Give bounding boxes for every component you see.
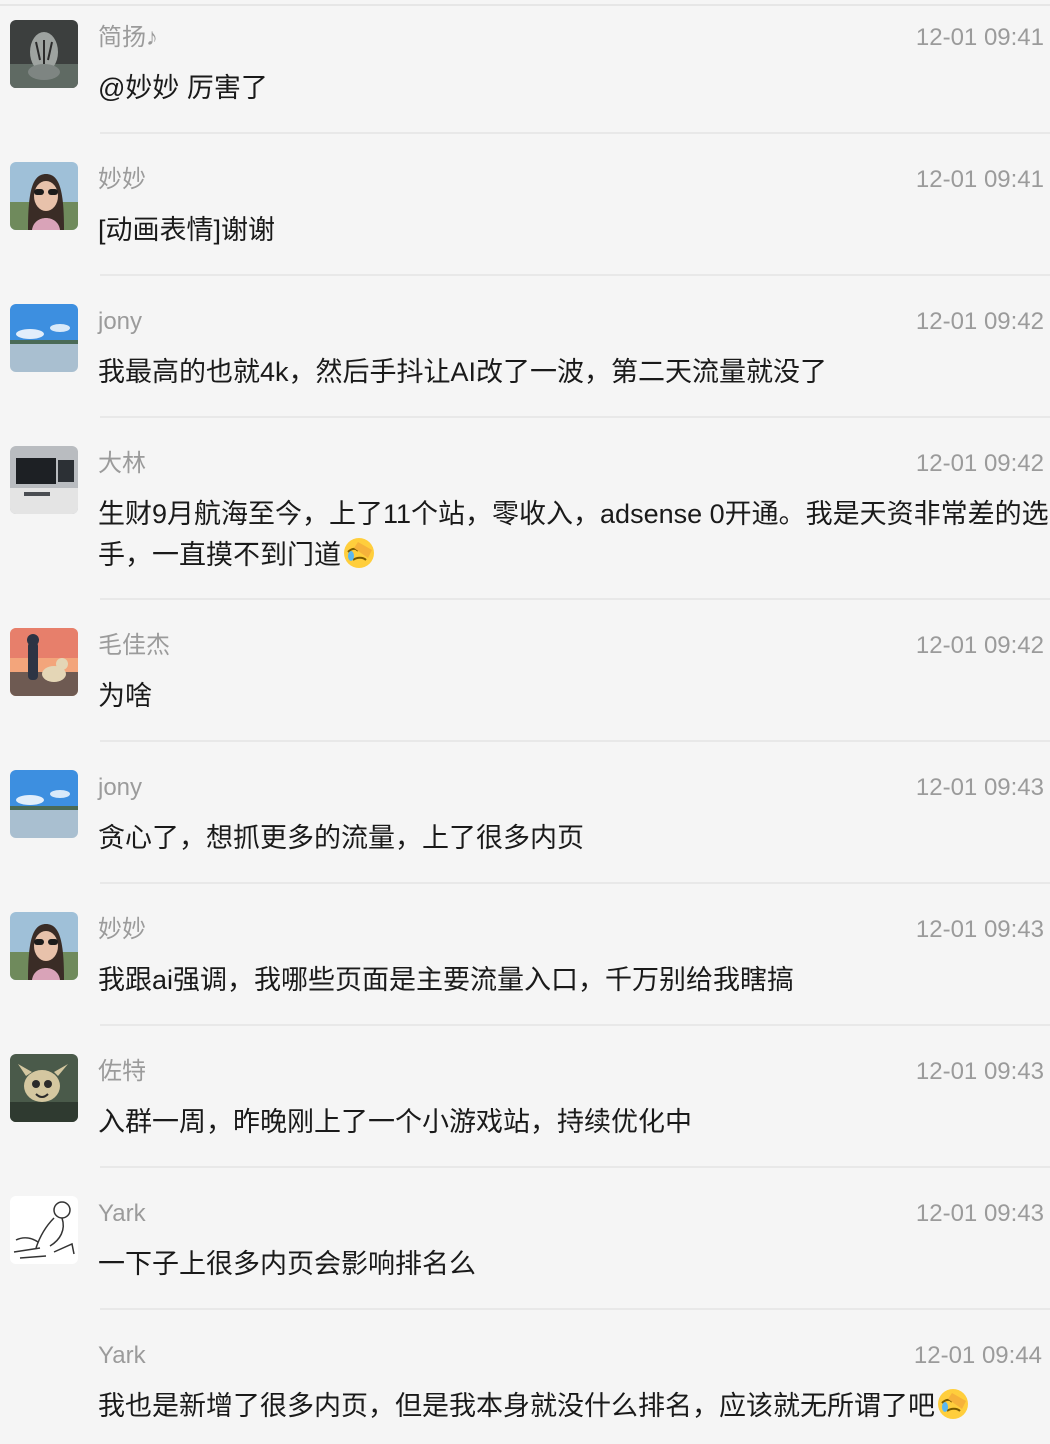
message-time: 12-01 09:41 bbox=[915, 24, 1044, 51]
message-text: 我最高的也就4k，然后手抖让AI改了一波，第二天流量就没了 bbox=[98, 352, 1050, 393]
message-text-content: 我最高的也就4k，然后手抖让AI改了一波，第二天流量就没了 bbox=[98, 357, 828, 387]
chat-message: Yark 12-01 09:43 一下子上很多内页会影响排名么 bbox=[0, 1196, 1050, 1306]
message-divider bbox=[100, 882, 1050, 884]
message-text-content: 贪心了，想抓更多的流量，上了很多内页 bbox=[98, 823, 584, 853]
message-divider bbox=[100, 1166, 1050, 1168]
message-time: 12-01 09:43 bbox=[915, 774, 1044, 801]
top-divider bbox=[0, 4, 1050, 6]
cartoon-creature-avatar[interactable] bbox=[10, 1054, 78, 1122]
lake-sky-avatar[interactable] bbox=[10, 304, 78, 372]
chat-message: 毛佳杰 12-01 09:42 为啥 bbox=[0, 628, 1050, 738]
lake-sky-avatar[interactable] bbox=[10, 770, 78, 838]
message-text: 为啥 bbox=[98, 676, 1050, 717]
message-text-content: 入群一周，昨晚刚上了一个小游戏站，持续优化中 bbox=[98, 1107, 692, 1137]
message-time: 12-01 09:44 bbox=[913, 1342, 1042, 1369]
message-time: 12-01 09:42 bbox=[915, 308, 1044, 335]
message-time: 12-01 09:42 bbox=[915, 632, 1044, 659]
message-divider bbox=[100, 1308, 1050, 1310]
message-text: 一下子上很多内页会影响排名么 bbox=[98, 1244, 1050, 1285]
sender-name: 佐特 bbox=[98, 1058, 146, 1085]
message-text: [动画表情]谢谢 bbox=[98, 210, 1050, 251]
message-divider bbox=[100, 598, 1050, 600]
sender-name: jony bbox=[98, 308, 143, 335]
message-text-content: [动画表情]谢谢 bbox=[98, 215, 276, 245]
message-text-content: @妙妙 厉害了 bbox=[98, 73, 268, 103]
message-text-content: 一下子上很多内页会影响排名么 bbox=[98, 1249, 476, 1279]
message-divider bbox=[100, 274, 1050, 276]
sender-name: Yark bbox=[98, 1200, 146, 1227]
message-text-content: 为啥 bbox=[98, 681, 152, 711]
sender-name: 简扬♪ bbox=[98, 24, 158, 51]
message-text: 入群一周，昨晚刚上了一个小游戏站，持续优化中 bbox=[98, 1102, 1050, 1143]
woman-sunglasses-avatar[interactable] bbox=[10, 162, 78, 230]
message-divider bbox=[100, 740, 1050, 742]
chat-message: Yark 12-01 09:44 我也是新增了很多内页，但是我本身就没什么排名，… bbox=[0, 1338, 1050, 1444]
message-time: 12-01 09:43 bbox=[915, 1058, 1044, 1085]
message-time: 12-01 09:43 bbox=[915, 916, 1044, 943]
chat-message: 妙妙 12-01 09:41 [动画表情]谢谢 bbox=[0, 162, 1050, 272]
chat-message: 大林 12-01 09:42 生财9月航海至今，上了11个站，零收入，adsen… bbox=[0, 446, 1050, 596]
chat-message: 妙妙 12-01 09:43 我跟ai强调，我哪些页面是主要流量入口，千万别给我… bbox=[0, 912, 1050, 1022]
sender-name: 妙妙 bbox=[98, 916, 146, 943]
sender-name: jony bbox=[98, 774, 143, 801]
message-time: 12-01 09:42 bbox=[915, 450, 1044, 477]
message-text: 生财9月航海至今，上了11个站，零收入，adsense 0开通。我是天资非常差的… bbox=[98, 494, 1050, 576]
message-divider bbox=[100, 1024, 1050, 1026]
message-text-content: 我也是新增了很多内页，但是我本身就没什么排名，应该就无所谓了吧 bbox=[98, 1391, 935, 1421]
tiger-avatar[interactable] bbox=[10, 20, 78, 88]
facepalm-emoji-icon bbox=[938, 1389, 968, 1419]
chat-message: 佐特 12-01 09:43 入群一周，昨晚刚上了一个小游戏站，持续优化中 bbox=[0, 1054, 1050, 1164]
chat-message: jony 12-01 09:43 贪心了，想抓更多的流量，上了很多内页 bbox=[0, 770, 1050, 880]
message-text: 贪心了，想抓更多的流量，上了很多内页 bbox=[98, 818, 1050, 859]
message-time: 12-01 09:43 bbox=[915, 1200, 1044, 1227]
message-divider bbox=[100, 416, 1050, 418]
woman-sunglasses-avatar[interactable] bbox=[10, 912, 78, 980]
line-sketch-avatar[interactable] bbox=[10, 1196, 78, 1264]
sender-name: 妙妙 bbox=[98, 166, 146, 193]
chat-message: jony 12-01 09:42 我最高的也就4k，然后手抖让AI改了一波，第二… bbox=[0, 304, 1050, 414]
message-divider bbox=[100, 132, 1050, 134]
facepalm-emoji-icon bbox=[344, 538, 374, 568]
message-text-content: 我跟ai强调，我哪些页面是主要流量入口，千万别给我瞎搞 bbox=[98, 965, 795, 995]
boy-dog-sunset-avatar[interactable] bbox=[10, 628, 78, 696]
sender-name: 毛佳杰 bbox=[98, 632, 170, 659]
sender-name: Yark bbox=[98, 1342, 146, 1369]
message-text: 我跟ai强调，我哪些页面是主要流量入口，千万别给我瞎搞 bbox=[98, 960, 1050, 1001]
monitor-desk-avatar[interactable] bbox=[10, 446, 78, 514]
message-time: 12-01 09:41 bbox=[915, 166, 1044, 193]
message-text-content: 生财9月航海至今，上了11个站，零收入，adsense 0开通。我是天资非常差的… bbox=[98, 499, 1049, 570]
sender-name: 大林 bbox=[98, 450, 146, 477]
message-text: 我也是新增了很多内页，但是我本身就没什么排名，应该就无所谓了吧 bbox=[98, 1386, 1050, 1427]
message-text: @妙妙 厉害了 bbox=[98, 68, 1050, 109]
chat-message: 简扬♪ 12-01 09:41 @妙妙 厉害了 bbox=[0, 20, 1050, 130]
